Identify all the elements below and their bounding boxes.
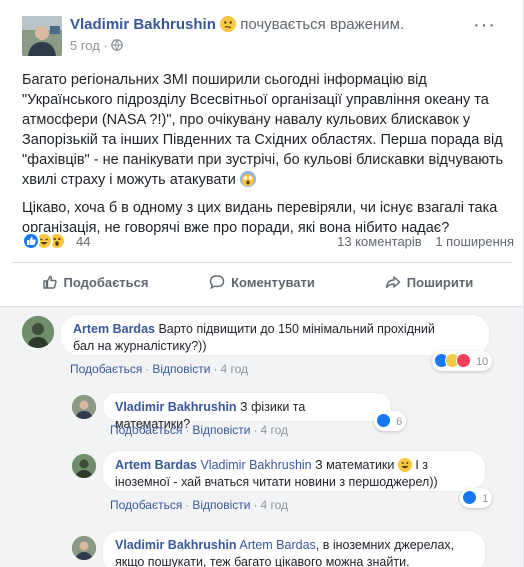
comment-like-link[interactable]: Подобається	[110, 423, 182, 437]
comment-actions: Подобається · Відповісти · 4 год	[70, 362, 248, 376]
like-reaction-icon	[376, 413, 391, 428]
like-button[interactable]: Подобається	[12, 268, 178, 298]
author-avatar[interactable]	[22, 16, 62, 56]
comment-time[interactable]: 4 год	[220, 362, 248, 376]
globe-icon[interactable]	[111, 38, 124, 53]
divider	[12, 262, 512, 263]
commenter-avatar[interactable]	[72, 536, 96, 560]
share-icon	[385, 271, 401, 301]
scream-emoji-icon	[239, 171, 256, 187]
comment-mention[interactable]: Artem Bardas	[239, 538, 315, 552]
commenter-avatar[interactable]	[72, 395, 96, 419]
comment-time[interactable]: 4 год	[260, 498, 288, 512]
comment-reactions[interactable]: 6	[374, 411, 407, 431]
comment-bubble: Artem Bardas Vladimir Bakhrushin З матем…	[102, 450, 486, 492]
post-stats: 13 коментарів 1 поширення	[327, 234, 514, 249]
post-header: Vladimir Bakhrushin почувається враженим…	[22, 14, 502, 56]
feeling-text: почувається враженим.	[240, 16, 405, 33]
thumbs-up-icon	[42, 271, 58, 301]
comment-author[interactable]: Vladimir Bakhrushin	[115, 400, 237, 414]
feeling-emoji-icon	[220, 16, 237, 32]
comment-reply-link[interactable]: Відповісти	[192, 498, 250, 512]
share-button[interactable]: Поширити	[346, 268, 512, 298]
comment-button[interactable]: Коментувати	[179, 268, 345, 298]
post-options-icon[interactable]: ···	[473, 14, 496, 37]
like-reaction-icon[interactable]	[22, 232, 40, 250]
comment-like-link[interactable]: Подобається	[70, 362, 142, 376]
post-meta: 5 год ·	[70, 38, 124, 53]
commenter-avatar[interactable]	[22, 316, 54, 348]
comment-bubble: Vladimir Bakhrushin З фізики та математи…	[102, 392, 392, 431]
post-card: Vladimir Bakhrushin почувається враженим…	[0, 0, 524, 567]
post-time[interactable]: 5 год	[70, 38, 100, 53]
comment-mention[interactable]: Vladimir Bakhrushin	[200, 458, 311, 472]
commenter-avatar[interactable]	[72, 454, 96, 478]
comment-icon	[209, 271, 225, 301]
comment-like-link[interactable]: Подобається	[110, 498, 182, 512]
like-reaction-icon	[462, 490, 477, 505]
comment-actions: Подобається · Відповісти · 4 год	[110, 498, 288, 512]
grin-emoji-icon	[397, 458, 412, 472]
comment-reply-link[interactable]: Відповісти	[192, 423, 250, 437]
love-reaction-icon	[456, 353, 471, 368]
comment-author[interactable]: Artem Bardas	[73, 322, 155, 336]
post-body: Багато регіональних ЗМІ поширили сьогодн…	[22, 70, 512, 246]
reactions-bar: 44 13 коментарів 1 поширення	[22, 230, 514, 252]
comment-actions: Подобається · Відповісти · 4 год	[110, 423, 288, 437]
comment-reactions[interactable]: 1	[460, 488, 493, 508]
author-name[interactable]: Vladimir Bakhrushin	[70, 16, 216, 33]
shares-count[interactable]: 1 поширення	[435, 234, 514, 249]
comment-reply-link[interactable]: Відповісти	[152, 362, 210, 376]
post-actions: Подобається Коментувати Поширити	[12, 268, 512, 298]
comment-bubble: Artem Bardas Варто підвищити до 150 міні…	[60, 314, 490, 356]
comment-time[interactable]: 4 год	[260, 423, 288, 437]
comment-author[interactable]: Vladimir Bakhrushin	[115, 538, 237, 552]
comment-author[interactable]: Artem Bardas	[115, 458, 197, 472]
comments-count[interactable]: 13 коментарів	[337, 234, 422, 249]
post-paragraph: Багато регіональних ЗМІ поширили сьогодн…	[22, 72, 504, 188]
reaction-count[interactable]: 44	[76, 234, 90, 249]
comment-reactions[interactable]: 10	[432, 351, 493, 371]
comment-bubble: Vladimir Bakhrushin Artem Bardas, в іноз…	[102, 530, 486, 567]
author-line: Vladimir Bakhrushin почувається враженим…	[70, 16, 404, 33]
